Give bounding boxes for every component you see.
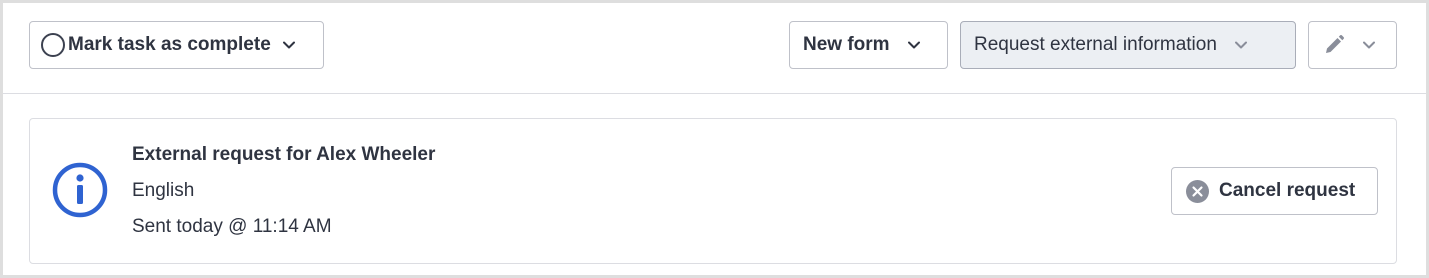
edit-menu-button[interactable] (1308, 21, 1397, 69)
circle-icon (41, 33, 65, 57)
request-external-info-button[interactable]: Request external information (960, 21, 1296, 69)
x-circle-icon (1186, 179, 1209, 203)
task-toolbar: Mark task as complete New form Request e… (3, 3, 1426, 94)
request-sent-time: Sent today @ 11:14 AM (132, 216, 332, 237)
cancel-request-button[interactable]: Cancel request (1171, 167, 1378, 215)
external-request-card: External request for Alex Wheeler Englis… (29, 118, 1397, 264)
chevron-down-icon (1234, 38, 1248, 52)
info-icon (52, 162, 108, 218)
mark-complete-button[interactable]: Mark task as complete (29, 21, 324, 69)
request-language: English (132, 180, 195, 201)
mark-complete-label: Mark task as complete (68, 34, 271, 55)
chevron-down-icon (1362, 38, 1376, 52)
request-details: External request for Alex Wheeler Englis… (132, 143, 435, 239)
chevron-down-icon (907, 38, 921, 52)
new-form-button[interactable]: New form (789, 21, 948, 69)
new-form-label: New form (803, 34, 890, 55)
task-panel: Mark task as complete New form Request e… (0, 0, 1429, 278)
chevron-down-icon (282, 38, 296, 52)
request-title: External request for Alex Wheeler (132, 144, 436, 165)
pencil-icon (1323, 34, 1345, 56)
cancel-request-label: Cancel request (1219, 180, 1356, 201)
request-external-info-label: Request external information (974, 34, 1217, 55)
